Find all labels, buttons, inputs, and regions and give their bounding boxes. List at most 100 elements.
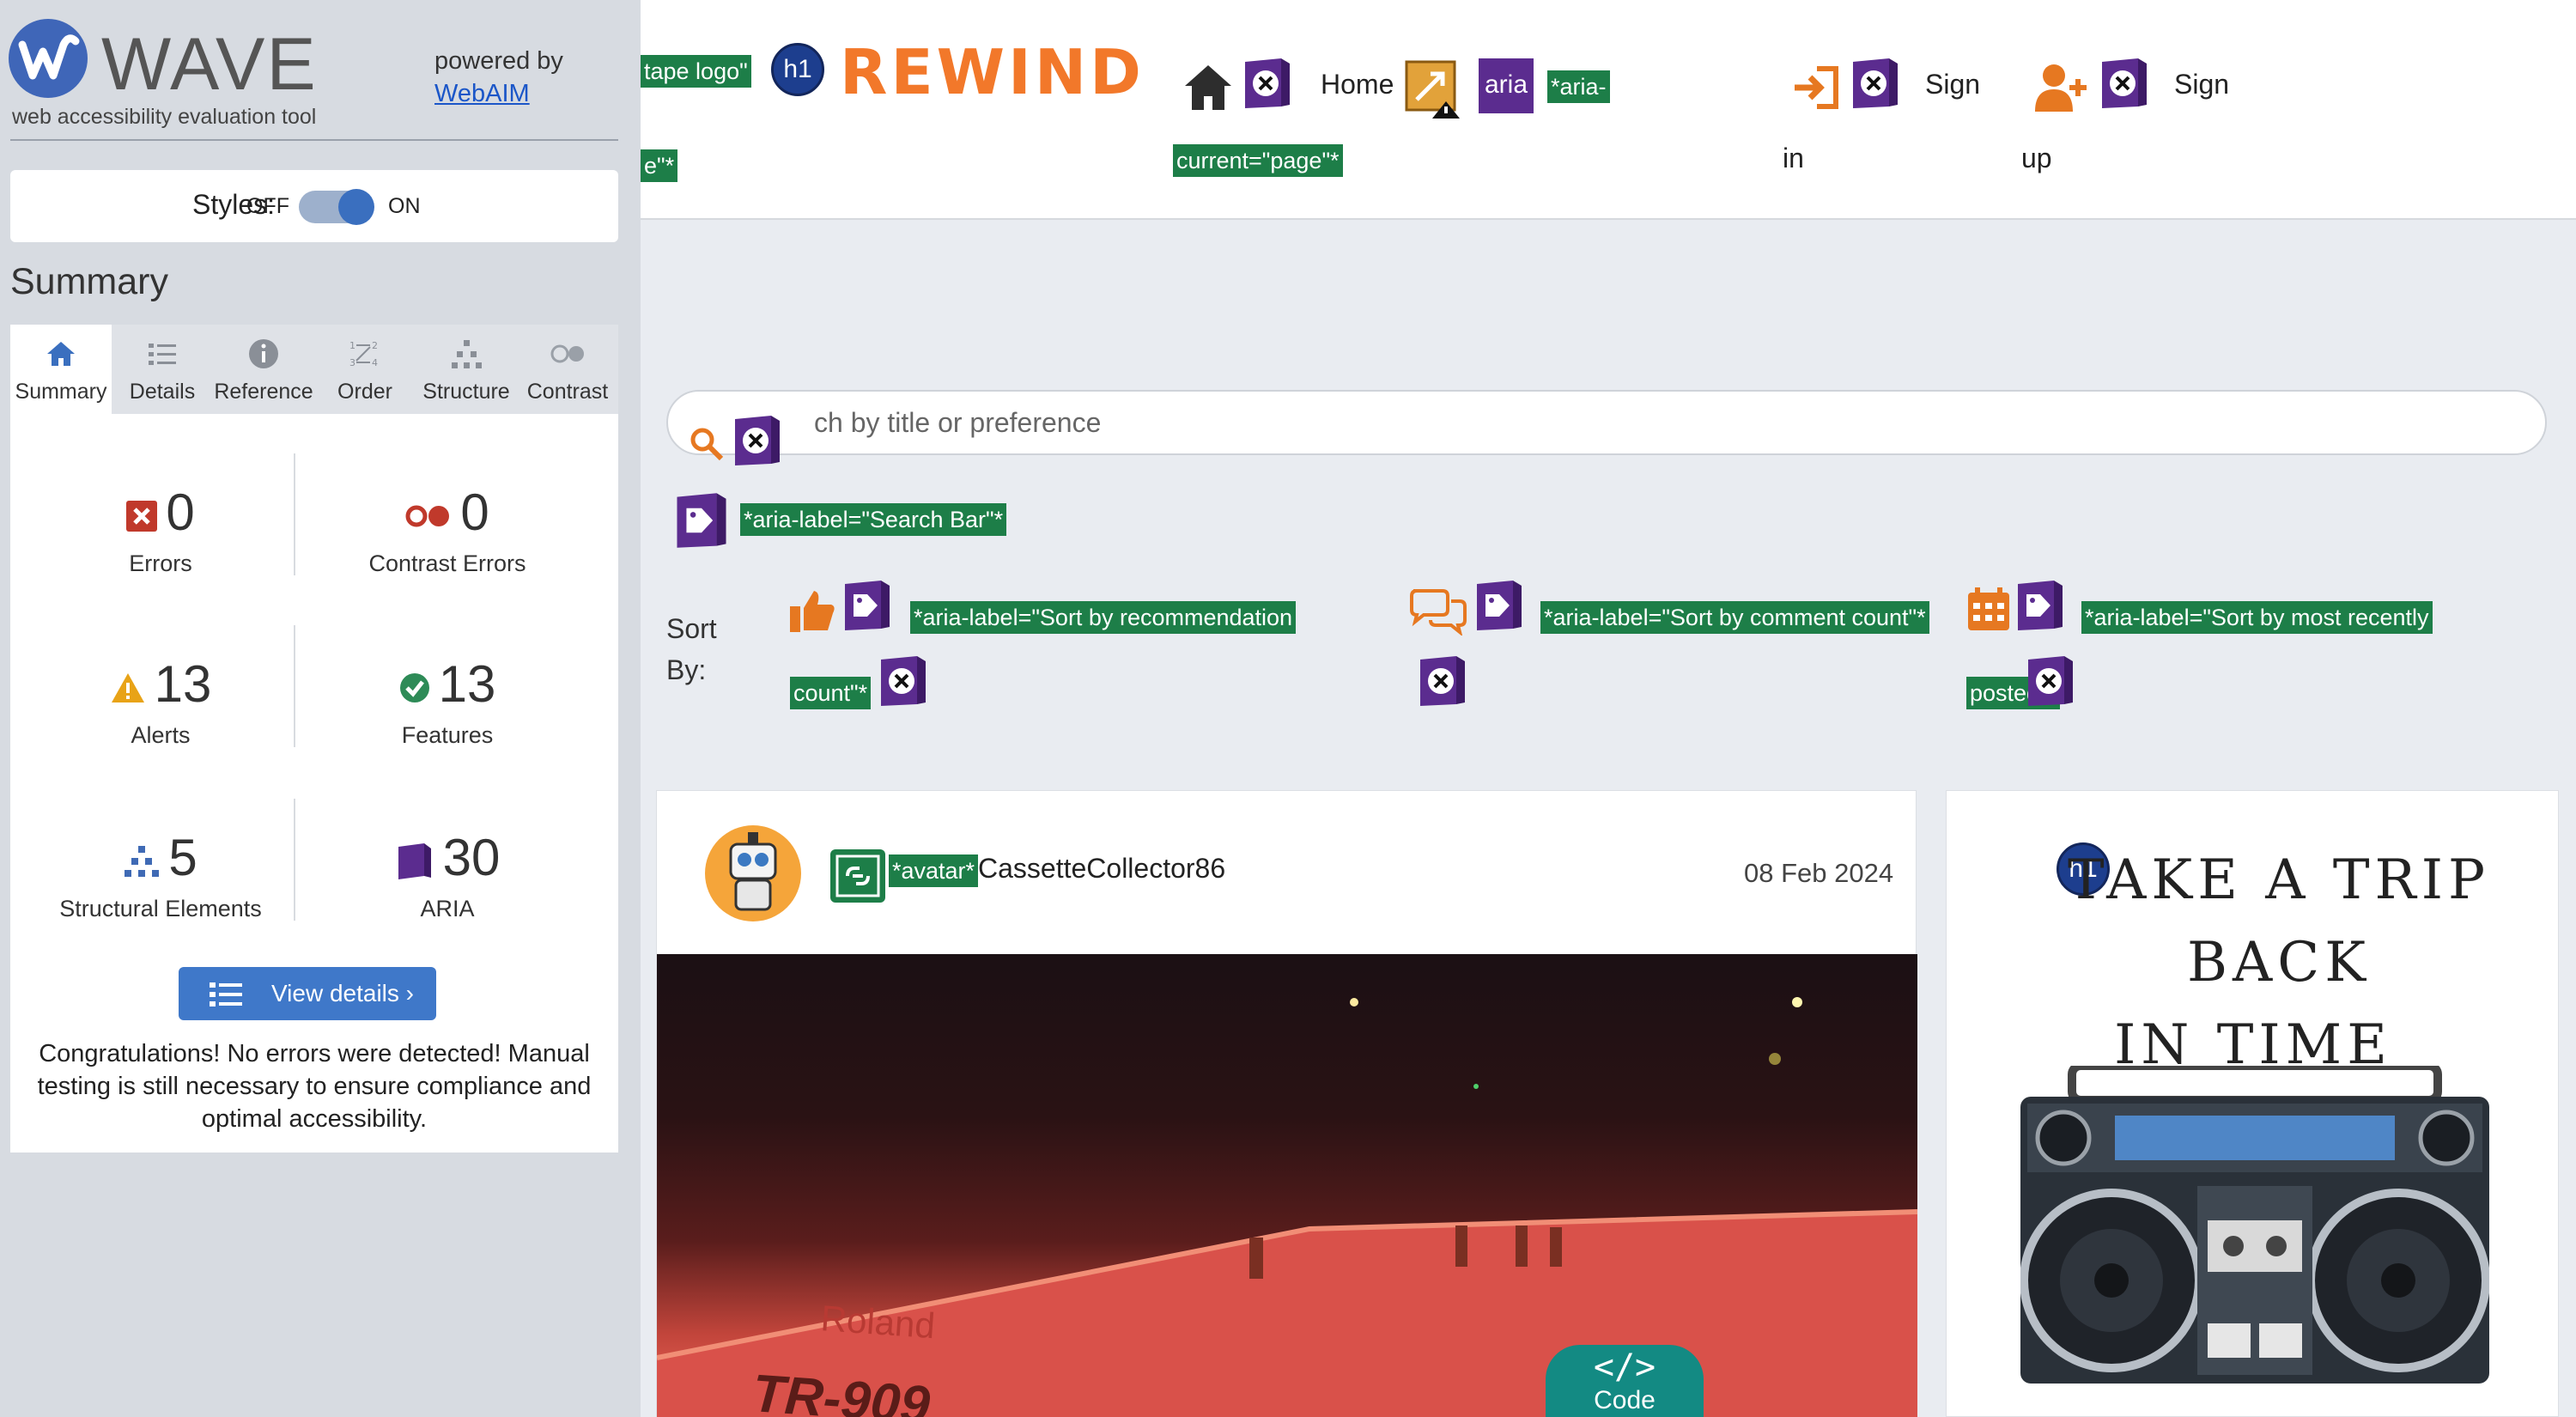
aria-label-icon bbox=[2018, 581, 2063, 630]
powered-by-text: powered by bbox=[434, 47, 563, 75]
alerts-count: 13 bbox=[154, 655, 212, 713]
thumbs-up-icon[interactable] bbox=[788, 587, 836, 634]
svg-text:3: 3 bbox=[349, 357, 355, 368]
aria-label-icon bbox=[677, 493, 726, 548]
aria-hidden-icon bbox=[881, 656, 926, 706]
user-plus-icon bbox=[2035, 64, 2087, 112]
tab-label: Structure bbox=[422, 380, 510, 404]
post-image[interactable]: Roland TR-909 bbox=[657, 954, 1917, 1417]
tab-structure[interactable]: Structure bbox=[416, 325, 517, 414]
aria-label-tag: count"* bbox=[790, 677, 872, 709]
structure-icon bbox=[125, 846, 160, 878]
search-input[interactable]: ch by title or preference bbox=[666, 390, 2547, 461]
info-icon bbox=[249, 339, 278, 368]
alerts-label: Alerts bbox=[131, 722, 191, 748]
aria-label-tag: *aria-label="Sort by most recently bbox=[2081, 601, 2433, 634]
home-icon bbox=[47, 342, 75, 366]
aria-hidden-icon bbox=[1853, 58, 1898, 108]
side-heading-line: Take a trip back bbox=[2067, 848, 2491, 994]
search-placeholder: ch by title or preference bbox=[814, 407, 1102, 438]
stat-alerts[interactable]: 13 Alerts bbox=[19, 654, 302, 749]
tab-label: Details bbox=[129, 380, 196, 404]
errors-count: 0 bbox=[166, 483, 195, 541]
nav-sign-in[interactable]: Sign bbox=[1925, 69, 1980, 100]
h1-icon: h1 bbox=[771, 43, 824, 96]
stat-aria[interactable]: 30 ARIA bbox=[306, 828, 589, 922]
svg-text:4: 4 bbox=[372, 357, 378, 368]
aria-hidden-icon bbox=[1245, 58, 1290, 108]
tab-reference[interactable]: Reference bbox=[213, 325, 314, 414]
side-card: h1 Take a trip back in time bbox=[1946, 790, 2559, 1417]
stat-errors[interactable]: 0 Errors bbox=[19, 483, 302, 577]
tab-label: Reference bbox=[214, 380, 313, 404]
post-card[interactable]: *avatar* CassetteCollector86 08 Feb 2024… bbox=[656, 790, 1917, 1417]
order-icon: 1 2 3 4 bbox=[349, 340, 378, 368]
tab-summary[interactable]: Summary bbox=[10, 325, 112, 414]
aria-hidden-icon bbox=[1420, 656, 1465, 706]
linked-image-icon bbox=[830, 849, 885, 903]
robot-avatar-icon bbox=[729, 832, 777, 911]
tab-contrast[interactable]: Contrast bbox=[517, 325, 618, 414]
aria-badge-icon: aria bbox=[1479, 58, 1534, 113]
aria-hidden-icon bbox=[2028, 656, 2073, 706]
tab-order[interactable]: 1 2 3 4 Order bbox=[314, 325, 416, 414]
nav-home[interactable]: Home bbox=[1321, 69, 1394, 100]
nav-sign-up[interactable]: Sign bbox=[2174, 69, 2229, 100]
stat-structural[interactable]: 5 Structural Elements bbox=[19, 828, 302, 922]
code-badge-label: Code bbox=[1594, 1386, 1656, 1414]
aria-label-tag: *aria-label="Sort by comment count"* bbox=[1540, 601, 1929, 634]
webaim-link[interactable]: WebAIM bbox=[434, 80, 530, 107]
features-count: 13 bbox=[438, 655, 496, 713]
aria-label-icon bbox=[1477, 581, 1522, 630]
wave-tabs: Summary Details Reference 1 2 3 4 Order Str… bbox=[10, 325, 618, 414]
tab-label: Summary bbox=[15, 380, 107, 404]
alert-icon bbox=[111, 673, 144, 703]
errors-label: Errors bbox=[129, 550, 192, 576]
aria-label: ARIA bbox=[420, 896, 475, 921]
sort-by-label-line: By: bbox=[666, 654, 707, 685]
sort-by-label-line: Sort bbox=[666, 613, 717, 644]
post-username[interactable]: CassetteCollector86 bbox=[978, 853, 1225, 885]
structural-label: Structural Elements bbox=[59, 896, 262, 921]
calendar-icon[interactable] bbox=[1966, 586, 2011, 632]
tab-details[interactable]: Details bbox=[112, 325, 213, 414]
aria-label-tag: *aria-label="Sort by recommendation bbox=[910, 601, 1297, 634]
site-header: tape logo" e"* h1 REWIND Home aria *aria… bbox=[641, 0, 2576, 220]
post-date: 08 Feb 2024 bbox=[1744, 858, 1894, 888]
sort-by-label: Sort By: bbox=[666, 608, 717, 690]
divider bbox=[10, 139, 618, 141]
error-icon bbox=[126, 501, 158, 532]
wave-sidebar: WAVE web accessibility evaluation tool p… bbox=[0, 0, 641, 1417]
stat-contrast-errors[interactable]: 0 Contrast Errors bbox=[306, 483, 589, 577]
view-details-button[interactable]: View details › bbox=[179, 967, 436, 1020]
alt-text-tag: e"* bbox=[641, 149, 678, 182]
aria-icon bbox=[398, 843, 431, 880]
search-icon bbox=[690, 428, 724, 461]
nav-sign-up-wrap[interactable]: up bbox=[2021, 143, 2052, 174]
comments-icon[interactable] bbox=[1408, 586, 1468, 636]
home-icon bbox=[1185, 65, 1231, 110]
wave-tagline: web accessibility evaluation tool bbox=[12, 105, 317, 129]
redundant-link-icon bbox=[1405, 60, 1460, 119]
wave-logo-icon bbox=[9, 19, 88, 98]
svg-text:2: 2 bbox=[372, 340, 378, 351]
features-label: Features bbox=[401, 722, 494, 748]
styles-on-label: ON bbox=[388, 194, 421, 218]
sign-in-icon bbox=[1795, 66, 1838, 109]
aria-current-tag: *aria- bbox=[1547, 70, 1610, 103]
stat-features[interactable]: 13 Features bbox=[306, 654, 589, 749]
powered-by: powered by WebAIM bbox=[434, 45, 563, 110]
toggle-knob bbox=[338, 189, 374, 225]
view-details-label: View details › bbox=[271, 980, 415, 1006]
contrast-errors-label: Contrast Errors bbox=[368, 550, 526, 576]
list-icon bbox=[149, 344, 176, 365]
site-logo[interactable]: REWIND bbox=[840, 36, 1145, 108]
aria-count: 30 bbox=[442, 829, 501, 886]
alt-text-tag: *avatar* bbox=[889, 854, 979, 887]
aria-hidden-icon bbox=[735, 416, 780, 465]
code-badge[interactable]: </> Code bbox=[1546, 1345, 1704, 1417]
styles-toggle[interactable] bbox=[299, 189, 374, 225]
nav-sign-in-wrap[interactable]: in bbox=[1783, 143, 1804, 174]
structure-icon bbox=[452, 340, 482, 368]
svg-text:1: 1 bbox=[349, 340, 355, 351]
